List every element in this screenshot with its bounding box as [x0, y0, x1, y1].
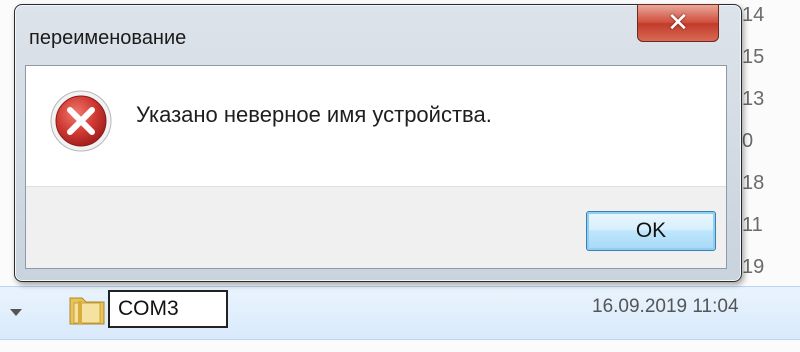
- error-icon: [50, 90, 112, 152]
- dialog-title: переименование: [29, 27, 187, 49]
- side-number: 0: [742, 130, 754, 152]
- sort-down-arrow-icon[interactable]: [10, 309, 22, 316]
- side-number: 15: [742, 46, 765, 68]
- filename-rename-input[interactable]: COM3: [108, 290, 228, 328]
- close-button[interactable]: ✕: [637, 4, 719, 42]
- side-number: 11: [742, 214, 763, 236]
- file-modified-date: 16.09.2019 11:04: [592, 296, 739, 317]
- dialog-button-bar: OK: [26, 186, 726, 268]
- dialog-content: Указано неверное имя устройства. OK: [25, 65, 727, 269]
- rename-error-dialog: переименование ✕ Указано неверное имя ус…: [14, 4, 742, 282]
- explorer-side-column: 14 15 13 0 18 11 19: [742, 0, 800, 290]
- filename-value: COM3: [118, 297, 179, 320]
- side-number: 13: [742, 88, 765, 110]
- folder-icon: [69, 297, 105, 325]
- error-message: Указано неверное имя устройства.: [136, 102, 492, 127]
- dialog-titlebar[interactable]: переименование ✕: [15, 4, 741, 59]
- close-icon: ✕: [667, 8, 689, 38]
- side-number: 19: [742, 256, 765, 278]
- ok-button[interactable]: OK: [586, 211, 716, 251]
- side-number: 18: [742, 172, 765, 194]
- side-number: 14: [742, 4, 765, 26]
- dialog-message-area: Указано неверное имя устройства.: [26, 66, 726, 186]
